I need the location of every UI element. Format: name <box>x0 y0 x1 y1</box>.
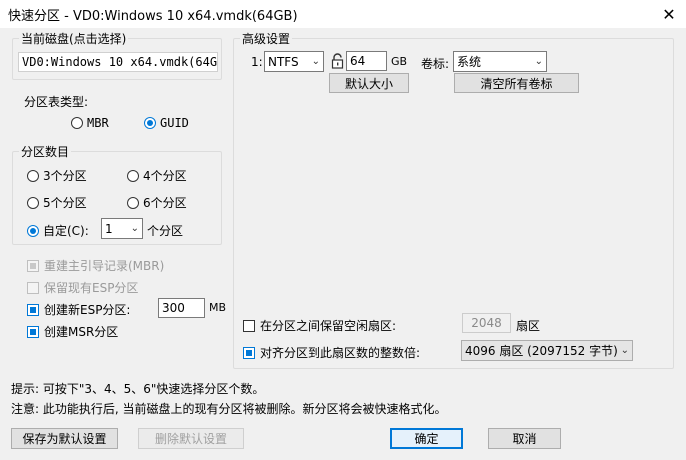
hint-warning: 注意: 此功能执行后, 当前磁盘上的现有分区将被删除。新分区将会被快速格式化。 <box>11 402 447 416</box>
radio-5-label: 5个分区 <box>43 196 87 210</box>
delete-default-label: 删除默认设置 <box>154 432 227 446</box>
radio-custom[interactable]: 自定(C): <box>27 222 89 239</box>
reserve-sectors-input[interactable]: 2048 <box>462 313 511 333</box>
window-title: 快速分区 - VD0:Windows 10 x64.vmdk(64GB) <box>8 9 298 24</box>
volume-label-value: 系统 <box>457 55 482 69</box>
ok-label: 确定 <box>414 432 439 446</box>
esp-size-value: 300 <box>162 301 185 315</box>
partition-size-unit: GB <box>391 55 408 68</box>
create-msr-label: 创建MSR分区 <box>44 325 119 339</box>
create-msr-box <box>27 325 39 338</box>
radio-6-partitions[interactable]: 6个分区 <box>127 194 187 211</box>
create-msr-checkbox[interactable]: 创建MSR分区 <box>27 323 118 340</box>
esp-size-unit: MB <box>209 301 227 314</box>
cancel-button[interactable]: 取消 <box>488 428 561 449</box>
default-size-label: 默认大小 <box>344 76 393 91</box>
create-esp-box <box>27 303 39 316</box>
rebuild-mbr-label: 重建主引导记录(MBR) <box>44 259 165 273</box>
create-esp-checkbox[interactable]: 创建新ESP分区: <box>27 301 130 318</box>
default-size-button[interactable]: 默认大小 <box>329 73 409 93</box>
radio-5-partitions[interactable]: 5个分区 <box>27 194 87 211</box>
radio-guid-indicator <box>144 117 156 129</box>
chevron-down-icon: ⌄ <box>311 56 320 67</box>
advanced-settings-legend: 高级设置 <box>242 32 291 46</box>
cancel-label: 取消 <box>512 432 537 446</box>
keep-esp-box <box>27 281 39 294</box>
radio-6-label: 6个分区 <box>143 196 187 210</box>
current-disk-legend: 当前磁盘(点击选择) <box>21 32 127 46</box>
partition-type-label: 分区表类型: <box>24 95 89 109</box>
align-partitions-label: 对齐分区到此扇区数的整数倍: <box>260 346 421 360</box>
chevron-down-icon: ⌄ <box>620 345 629 356</box>
radio-4-label: 4个分区 <box>143 169 187 183</box>
save-default-button[interactable]: 保存为默认设置 <box>11 428 118 449</box>
align-partitions-box <box>243 346 255 359</box>
keep-esp-label: 保留现有ESP分区 <box>44 281 139 295</box>
lock-icon[interactable] <box>331 53 345 69</box>
radio-3-label: 3个分区 <box>43 169 87 183</box>
keep-esp-checkbox[interactable]: 保留现有ESP分区 <box>27 279 138 296</box>
reserve-sectors-checkbox[interactable]: 在分区之间保留空闲扇区: <box>243 317 396 334</box>
create-esp-label: 创建新ESP分区: <box>44 303 131 317</box>
radio-guid-label: GUID <box>160 116 189 130</box>
radio-custom-indicator <box>27 224 39 237</box>
volume-label-select[interactable]: 系统 ⌄ <box>453 51 547 72</box>
rebuild-mbr-checkbox[interactable]: 重建主引导记录(MBR) <box>27 257 164 274</box>
delete-default-button[interactable]: 删除默认设置 <box>138 428 244 449</box>
filesystem-select[interactable]: NTFS ⌄ <box>264 51 324 72</box>
custom-count-suffix: 个分区 <box>147 224 184 238</box>
chevron-down-icon: ⌄ <box>534 56 543 67</box>
current-disk-name: VD0:Windows 10 x64.vmdk(64G <box>22 55 218 69</box>
close-icon: ✕ <box>662 4 676 24</box>
partition-row-index: 1: <box>251 55 263 69</box>
custom-count-value: 1 <box>105 221 113 236</box>
custom-count-select[interactable]: 1 ⌄ <box>101 218 143 239</box>
current-disk-selector[interactable]: VD0:Windows 10 x64.vmdk(64G <box>18 52 218 72</box>
radio-mbr-indicator <box>71 117 83 129</box>
radio-4-partitions[interactable]: 4个分区 <box>127 167 187 184</box>
rebuild-mbr-box <box>27 259 39 272</box>
clear-labels-label: 清空所有卷标 <box>480 76 553 91</box>
radio-4-indicator <box>127 169 139 182</box>
clear-labels-button[interactable]: 清空所有卷标 <box>454 73 579 93</box>
radio-3-indicator <box>27 169 39 182</box>
save-default-label: 保存为默认设置 <box>22 432 107 446</box>
reserve-sectors-box <box>243 319 255 332</box>
radio-guid[interactable]: GUID <box>144 116 189 130</box>
align-sectors-select[interactable]: 4096 扇区 (2097152 字节) ⌄ <box>461 340 633 361</box>
partition-count-legend: 分区数目 <box>21 145 70 159</box>
reserve-sectors-unit: 扇区 <box>516 319 541 333</box>
chevron-down-icon: ⌄ <box>130 223 139 234</box>
radio-mbr[interactable]: MBR <box>71 116 109 130</box>
title-bar: 快速分区 - VD0:Windows 10 x64.vmdk(64GB) ✕ <box>0 0 686 28</box>
radio-3-partitions[interactable]: 3个分区 <box>27 167 87 184</box>
align-partitions-checkbox[interactable]: 对齐分区到此扇区数的整数倍: <box>243 344 420 361</box>
radio-5-indicator <box>27 196 39 209</box>
radio-6-indicator <box>127 196 139 209</box>
radio-mbr-label: MBR <box>87 116 109 130</box>
volume-label-caption: 卷标: <box>421 57 450 71</box>
hint-tip: 提示: 可按下"3、4、5、6"快速选择分区个数。 <box>11 382 265 396</box>
partition-size-value: 64 <box>350 54 366 68</box>
align-sectors-value: 4096 扇区 (2097152 字节) <box>465 344 618 358</box>
radio-custom-label: 自定(C): <box>43 224 89 238</box>
partition-size-input[interactable]: 64 <box>346 51 387 71</box>
close-button[interactable]: ✕ <box>652 0 686 28</box>
reserve-sectors-label: 在分区之间保留空闲扇区: <box>260 319 397 333</box>
esp-size-input[interactable]: 300 <box>158 298 205 318</box>
reserve-sectors-value: 2048 <box>471 316 502 330</box>
filesystem-value: NTFS <box>268 54 299 69</box>
ok-button[interactable]: 确定 <box>390 428 463 449</box>
